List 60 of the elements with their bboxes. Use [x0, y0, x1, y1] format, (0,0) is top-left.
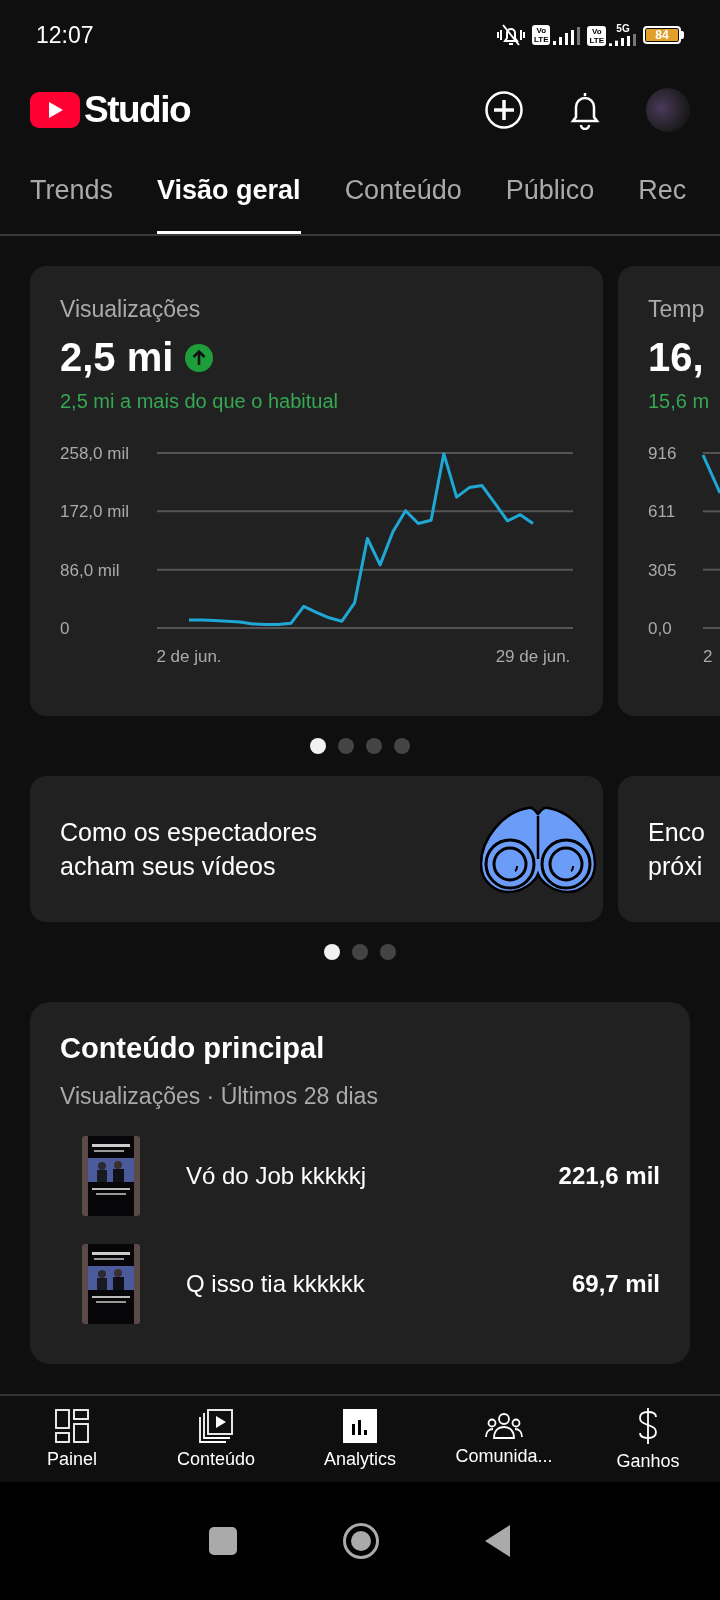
y-tick-label: 0: [60, 619, 70, 638]
volte-badge: Vo LTE: [531, 25, 551, 45]
create-icon[interactable]: [484, 90, 524, 130]
insight-title: Enco próxi: [648, 817, 706, 882]
card-title: Conteúdo principal: [60, 1032, 326, 1065]
home-icon[interactable]: [342, 1522, 380, 1560]
mute-bell-icon: [495, 23, 526, 47]
insight-title: Como os espectadores acham seus vídeos: [60, 817, 319, 882]
page-dot[interactable]: [380, 944, 396, 960]
signal-icon: [609, 34, 637, 46]
x-tick-label: 29 de jun.: [495, 647, 571, 666]
signal-icon: [553, 27, 582, 45]
metric-delta: 2,5 mi a mais do que o habitual: [60, 390, 339, 413]
x-tick-label: 2: [703, 647, 713, 666]
clock: 12:07: [36, 21, 94, 49]
tab[interactable]: Visão geral: [157, 150, 301, 234]
video-title[interactable]: Q isso tia kkkkkk: [186, 1270, 365, 1298]
metric-title: Visualizações: [60, 296, 202, 323]
metric-title: Temp: [648, 296, 706, 323]
notifications-icon[interactable]: [568, 90, 602, 130]
y-tick-label: 0,0: [648, 619, 672, 638]
recents-icon[interactable]: [209, 1527, 237, 1555]
nav-item[interactable]: Ganhos: [576, 1396, 720, 1482]
battery-level: 84: [643, 26, 681, 44]
network-type: 5G: [616, 24, 630, 34]
insight-card[interactable]: Enco próxi: [618, 776, 720, 922]
page-dot[interactable]: [352, 944, 368, 960]
view-count: 221,6 mil: [558, 1162, 660, 1190]
metric-value: 2,5 mi: [60, 335, 174, 380]
tab[interactable]: Trends: [30, 150, 114, 234]
metric-value: 16,: [648, 335, 704, 380]
nav-item[interactable]: Conteúdo: [144, 1396, 288, 1482]
nav-item[interactable]: Comunida...: [432, 1396, 576, 1482]
y-tick-label: 916: [648, 444, 677, 463]
page-dot[interactable]: [324, 944, 340, 960]
nav-item[interactable]: Analytics: [288, 1396, 432, 1482]
y-tick-label: 172,0 mil: [60, 502, 129, 522]
metric-delta: 15,6 m: [648, 390, 711, 413]
page-dot[interactable]: [338, 738, 354, 754]
app-name: Studio: [84, 89, 191, 131]
y-tick-label: 611: [648, 502, 676, 522]
card-subtitle: Visualizações · Últimos 28 dias: [60, 1083, 379, 1110]
insight-card[interactable]: Como os espectadores acham seus vídeos: [30, 776, 603, 922]
page-dot[interactable]: [366, 738, 382, 754]
video-title[interactable]: Vó do Job kkkkkj: [186, 1162, 367, 1190]
back-icon[interactable]: [485, 1525, 511, 1557]
tab[interactable]: Rec: [638, 150, 687, 234]
volte-badge: Vo LTE: [587, 26, 606, 46]
x-tick-label: 2 de jun.: [156, 647, 222, 666]
y-tick-label: 305: [648, 560, 677, 580]
y-tick-label: 86,0 mil: [60, 560, 120, 580]
tab[interactable]: Conteúdo: [344, 150, 462, 234]
y-tick-label: 258,0 mil: [60, 444, 129, 463]
graph-line: [701, 454, 720, 494]
view-count: 69,7 mil: [571, 1270, 660, 1298]
page-dot[interactable]: [394, 738, 410, 754]
play-logo-icon: [30, 92, 80, 128]
nav-item[interactable]: Painel: [0, 1396, 144, 1482]
page-dot[interactable]: [310, 738, 326, 754]
tab[interactable]: Público: [505, 150, 595, 234]
